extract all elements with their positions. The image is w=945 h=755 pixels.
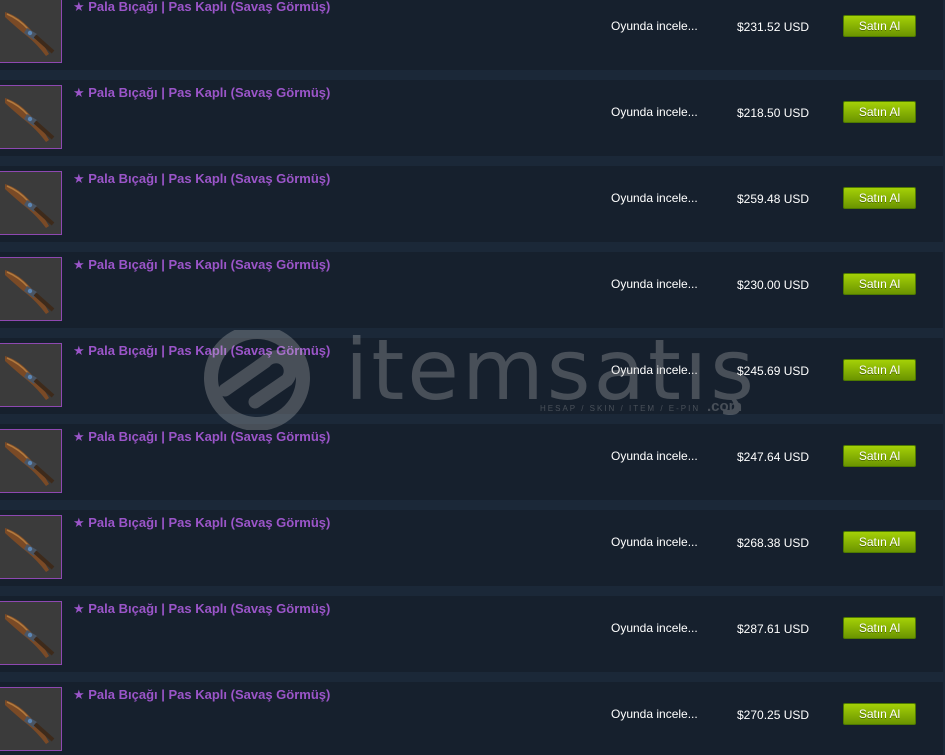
buy-button[interactable]: Satın Al — [843, 617, 916, 639]
item-price: $268.38 USD — [737, 536, 810, 550]
inspect-in-game-link[interactable]: Oyunda incele... — [611, 621, 698, 635]
buy-button[interactable]: Satın Al — [843, 445, 916, 467]
listing-row: ★ Pala Bıçağı | Pas Kaplı (Savaş Görmüş)… — [0, 80, 943, 156]
buy-button[interactable]: Satın Al — [843, 703, 916, 725]
inspect-in-game-link[interactable]: Oyunda incele... — [611, 191, 698, 205]
item-price: $218.50 USD — [737, 106, 810, 120]
listing-row: ★ Pala Bıçağı | Pas Kaplı (Savaş Görmüş)… — [0, 0, 943, 70]
inspect-in-game-link[interactable]: Oyunda incele... — [611, 19, 698, 33]
knife-item-image[interactable] — [0, 687, 62, 751]
market-listing-table: ★ Pala Bıçağı | Pas Kaplı (Savaş Görmüş)… — [0, 0, 945, 755]
falchion-knife-icon — [5, 184, 55, 228]
item-name-link[interactable]: ★ Pala Bıçağı | Pas Kaplı (Savaş Görmüş) — [73, 515, 330, 531]
knife-item-image[interactable] — [0, 171, 62, 235]
buy-button[interactable]: Satın Al — [843, 101, 916, 123]
item-name-link[interactable]: ★ Pala Bıçağı | Pas Kaplı (Savaş Görmüş) — [73, 343, 330, 359]
knife-item-image[interactable] — [0, 343, 62, 407]
item-name-link[interactable]: ★ Pala Bıçağı | Pas Kaplı (Savaş Görmüş) — [73, 601, 330, 617]
inspect-in-game-link[interactable]: Oyunda incele... — [611, 535, 698, 549]
knife-item-image[interactable] — [0, 257, 62, 321]
inspect-in-game-link[interactable]: Oyunda incele... — [611, 277, 698, 291]
inspect-in-game-link[interactable]: Oyunda incele... — [611, 449, 698, 463]
buy-button[interactable]: Satın Al — [843, 15, 916, 37]
knife-item-image[interactable] — [0, 515, 62, 579]
listing-row: ★ Pala Bıçağı | Pas Kaplı (Savaş Görmüş)… — [0, 252, 943, 328]
falchion-knife-icon — [5, 614, 55, 658]
buy-button[interactable]: Satın Al — [843, 187, 916, 209]
item-name-link[interactable]: ★ Pala Bıçağı | Pas Kaplı (Savaş Görmüş) — [73, 0, 330, 15]
falchion-knife-icon — [5, 528, 55, 572]
inspect-in-game-link[interactable]: Oyunda incele... — [611, 707, 698, 721]
item-price: $230.00 USD — [737, 278, 810, 292]
item-name-link[interactable]: ★ Pala Bıçağı | Pas Kaplı (Savaş Görmüş) — [73, 171, 330, 187]
falchion-knife-icon — [5, 98, 55, 142]
item-price: $287.61 USD — [737, 622, 810, 636]
inspect-in-game-link[interactable]: Oyunda incele... — [611, 363, 698, 377]
listing-row: ★ Pala Bıçağı | Pas Kaplı (Savaş Görmüş)… — [0, 596, 943, 672]
falchion-knife-icon — [5, 12, 55, 56]
knife-item-image[interactable] — [0, 429, 62, 493]
buy-button[interactable]: Satın Al — [843, 531, 916, 553]
knife-item-image[interactable] — [0, 601, 62, 665]
buy-button[interactable]: Satın Al — [843, 359, 916, 381]
item-name-link[interactable]: ★ Pala Bıçağı | Pas Kaplı (Savaş Görmüş) — [73, 85, 330, 101]
buy-button[interactable]: Satın Al — [843, 273, 916, 295]
listing-row: ★ Pala Bıçağı | Pas Kaplı (Savaş Görmüş)… — [0, 682, 943, 755]
item-price: $245.69 USD — [737, 364, 810, 378]
item-price: $231.52 USD — [737, 20, 810, 34]
item-price: $270.25 USD — [737, 708, 810, 722]
falchion-knife-icon — [5, 700, 55, 744]
listing-row: ★ Pala Bıçağı | Pas Kaplı (Savaş Görmüş)… — [0, 424, 943, 500]
knife-item-image[interactable] — [0, 85, 62, 149]
item-name-link[interactable]: ★ Pala Bıçağı | Pas Kaplı (Savaş Görmüş) — [73, 257, 330, 273]
falchion-knife-icon — [5, 356, 55, 400]
listing-row: ★ Pala Bıçağı | Pas Kaplı (Savaş Görmüş)… — [0, 510, 943, 586]
item-price: $259.48 USD — [737, 192, 810, 206]
item-name-link[interactable]: ★ Pala Bıçağı | Pas Kaplı (Savaş Görmüş) — [73, 429, 330, 445]
item-price: $247.64 USD — [737, 450, 810, 464]
listing-row: ★ Pala Bıçağı | Pas Kaplı (Savaş Görmüş)… — [0, 166, 943, 242]
listing-row: ★ Pala Bıçağı | Pas Kaplı (Savaş Görmüş)… — [0, 338, 943, 414]
falchion-knife-icon — [5, 270, 55, 314]
falchion-knife-icon — [5, 442, 55, 486]
knife-item-image[interactable] — [0, 0, 62, 63]
inspect-in-game-link[interactable]: Oyunda incele... — [611, 105, 698, 119]
item-name-link[interactable]: ★ Pala Bıçağı | Pas Kaplı (Savaş Görmüş) — [73, 687, 330, 703]
